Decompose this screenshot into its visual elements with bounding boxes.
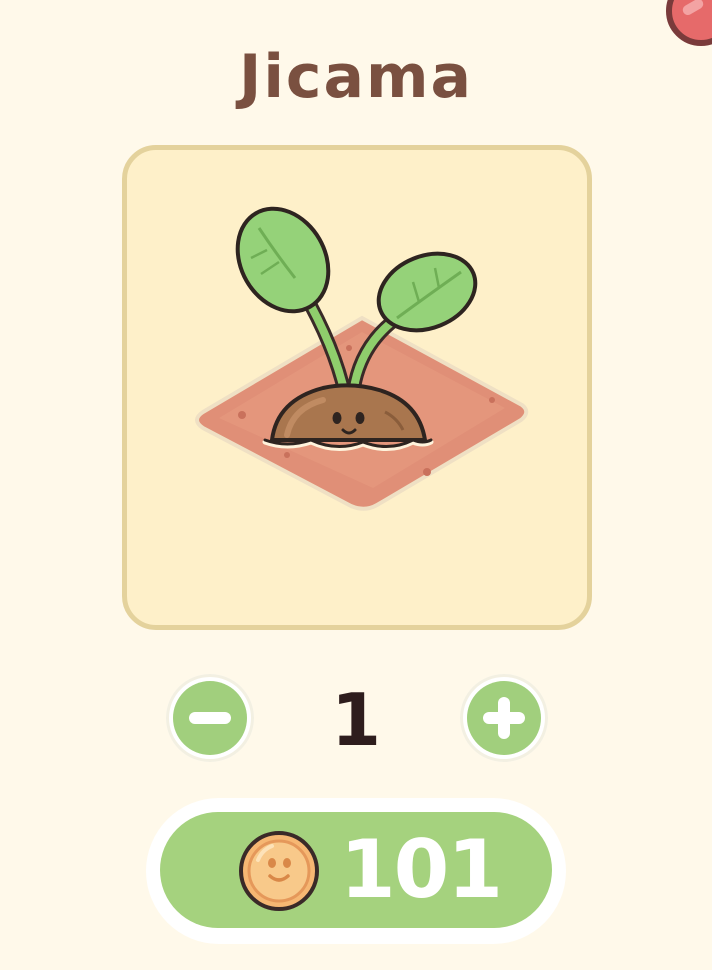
plus-icon <box>467 681 541 755</box>
item-title: Jicama <box>239 42 473 112</box>
jicama-sprout-icon <box>195 206 529 511</box>
item-purchase-screen: Jicama 1 101 <box>0 0 712 970</box>
increase-quantity-button[interactable] <box>460 674 548 762</box>
price-label: 101 <box>340 823 503 916</box>
close-button-highlight <box>680 0 706 17</box>
quantity-value: 1 <box>330 678 382 762</box>
close-button[interactable] <box>666 0 712 46</box>
decrease-quantity-button[interactable] <box>166 674 254 762</box>
item-preview-card <box>122 145 592 630</box>
coin-icon <box>239 831 319 911</box>
minus-icon <box>173 681 247 755</box>
